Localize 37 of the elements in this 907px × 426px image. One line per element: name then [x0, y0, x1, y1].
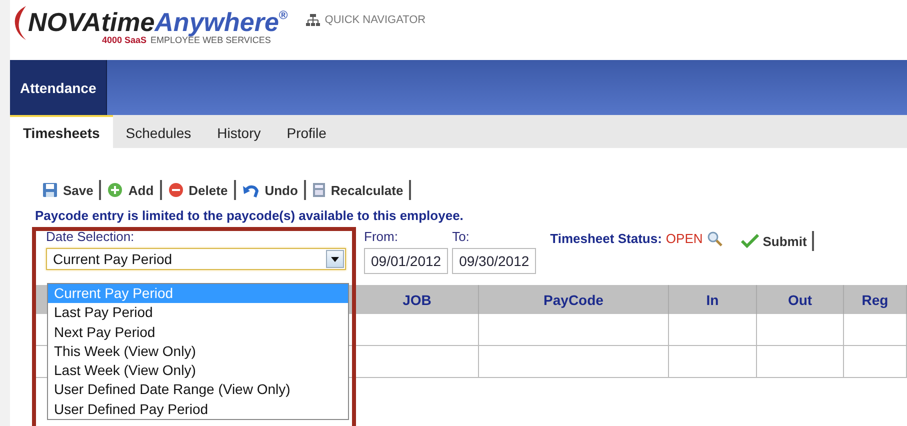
tab[interactable]: Schedules: [112, 115, 204, 148]
paycode-notice: Paycode entry is limited to the paycode(s) available to this employee.: [35, 208, 464, 223]
field-label: To:: [452, 229, 470, 244]
calculator-icon: [312, 182, 326, 198]
status-label: Timesheet Status:: [550, 231, 662, 246]
search-icon[interactable]: [706, 231, 723, 247]
caret-icon: [331, 256, 339, 262]
recalculate-button[interactable]: Recalculate: [312, 180, 412, 200]
tagline: EMPLOYEE WEB SERVICES: [150, 35, 271, 45]
delete-button[interactable]: Delete: [168, 180, 236, 200]
add-button[interactable]: Add: [107, 180, 162, 200]
column-header: PayCode: [479, 285, 669, 314]
nav-tab[interactable]: Attendance: [10, 60, 108, 115]
minus-icon: [168, 182, 184, 198]
column-header: Out: [757, 285, 844, 314]
save-button[interactable]: Save: [42, 180, 102, 200]
tab[interactable]: History: [204, 115, 274, 148]
check-icon: [740, 234, 759, 248]
column-header: In: [669, 285, 757, 314]
product-label: 4000 SaaS: [102, 35, 147, 45]
tab[interactable]: Profile: [274, 115, 340, 148]
column-header: Reg: [844, 285, 907, 314]
undo-button[interactable]: Undo: [242, 180, 306, 200]
field-label: Date Selection:: [46, 229, 136, 244]
date-selection-dropdown[interactable]: Current Pay Period: [46, 248, 346, 270]
column-header: JOB: [356, 285, 479, 314]
table-cell: [844, 314, 907, 346]
add-icon: [107, 182, 124, 198]
status-value: OPEN: [666, 231, 703, 246]
date-field[interactable]: 09/30/2012: [452, 248, 536, 274]
quick-navigator-link[interactable]: QUICK NAVIGATOR: [324, 14, 426, 26]
sitemap-icon[interactable]: [306, 14, 320, 26]
tab[interactable]: Timesheets: [10, 115, 113, 148]
submit-button[interactable]: Submit: [740, 231, 814, 251]
date-field[interactable]: 09/01/2012: [364, 248, 448, 274]
field-label: From:: [364, 229, 399, 244]
logo-wordmark: NOVAtimeAnywhere®: [28, 8, 288, 36]
